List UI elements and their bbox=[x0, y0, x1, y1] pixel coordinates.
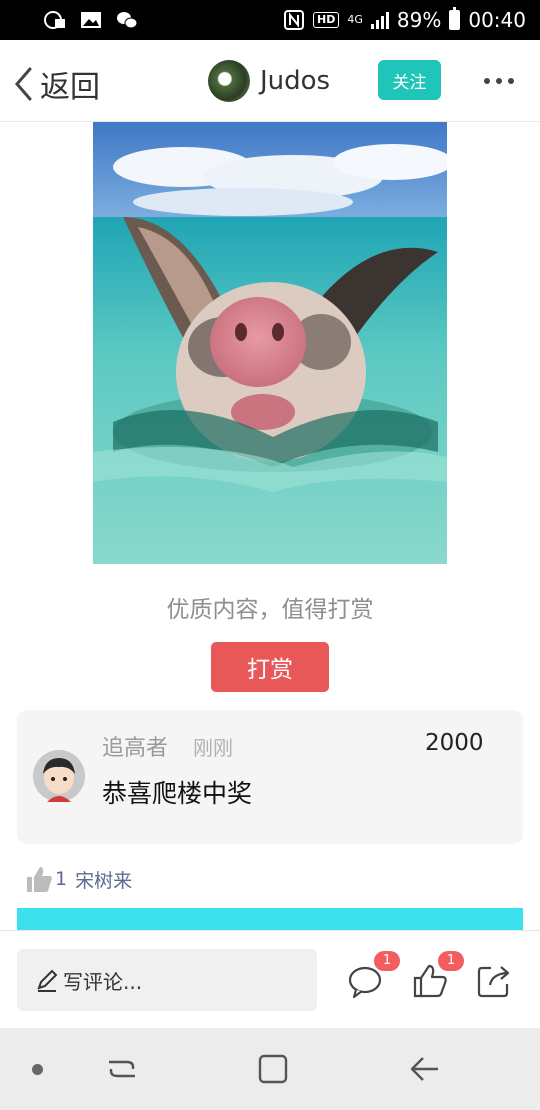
thumbs-up-icon bbox=[27, 867, 52, 892]
reward-button[interactable]: 打赏 bbox=[211, 642, 329, 692]
network-type: 4G bbox=[347, 13, 363, 26]
back-button[interactable]: 返回 bbox=[12, 62, 100, 106]
follow-button[interactable]: 关注 bbox=[378, 60, 441, 100]
top-nav-bar: 返回 Judos 关注 bbox=[0, 40, 540, 122]
reward-amount: 2000 bbox=[425, 730, 484, 756]
write-comment-input[interactable]: 写评论... bbox=[17, 949, 317, 1011]
author-info[interactable]: Judos bbox=[208, 60, 330, 102]
author-avatar[interactable] bbox=[208, 60, 250, 102]
gallery-icon bbox=[81, 12, 101, 28]
commenter-name[interactable]: 追高者 bbox=[102, 730, 168, 762]
comment-time: 刚刚 bbox=[193, 736, 233, 760]
browser-notification-icon bbox=[44, 11, 65, 29]
home-icon[interactable] bbox=[256, 1052, 290, 1086]
reward-comment-card: 追高者 刚刚 2000 恭喜爬楼中奖 bbox=[17, 710, 523, 844]
recents-icon[interactable] bbox=[105, 1052, 139, 1086]
bottom-action-bar: 写评论... 1 1 bbox=[0, 930, 540, 1028]
battery-icon bbox=[449, 7, 461, 30]
battery-percent: 89% bbox=[396, 8, 442, 32]
like-count-badge: 1 bbox=[438, 951, 464, 971]
nfc-icon bbox=[284, 10, 305, 30]
share-icon[interactable] bbox=[476, 963, 512, 999]
commenter-avatar[interactable] bbox=[33, 750, 85, 802]
hd-badge: HD bbox=[313, 12, 340, 28]
comment-count-badge: 1 bbox=[374, 951, 400, 971]
likes-count: 1 bbox=[55, 868, 68, 890]
back-label: 返回 bbox=[40, 70, 100, 105]
signal-icon bbox=[370, 11, 389, 29]
status-bar: HD 4G 89% 00:40 bbox=[0, 0, 540, 40]
pencil-icon bbox=[37, 969, 58, 992]
clock: 00:40 bbox=[468, 8, 526, 32]
likes-row[interactable]: 1 宋树来 bbox=[25, 864, 132, 894]
comment-placeholder: 写评论... bbox=[63, 969, 143, 994]
chevron-left-icon bbox=[15, 67, 32, 101]
likes-names[interactable]: 宋树来 bbox=[75, 866, 132, 893]
nav-dot-icon[interactable] bbox=[32, 1064, 43, 1075]
author-name[interactable]: Judos bbox=[260, 66, 330, 96]
more-options-icon[interactable] bbox=[484, 78, 514, 84]
back-nav-icon[interactable] bbox=[408, 1052, 442, 1086]
next-content-banner[interactable] bbox=[17, 908, 523, 932]
wechat-icon bbox=[117, 12, 138, 29]
system-nav-bar bbox=[0, 1028, 540, 1110]
comment-text: 恭喜爬楼中奖 bbox=[102, 779, 253, 808]
post-image[interactable] bbox=[93, 122, 447, 564]
reward-prompt: 优质内容，值得打赏 bbox=[166, 597, 374, 623]
